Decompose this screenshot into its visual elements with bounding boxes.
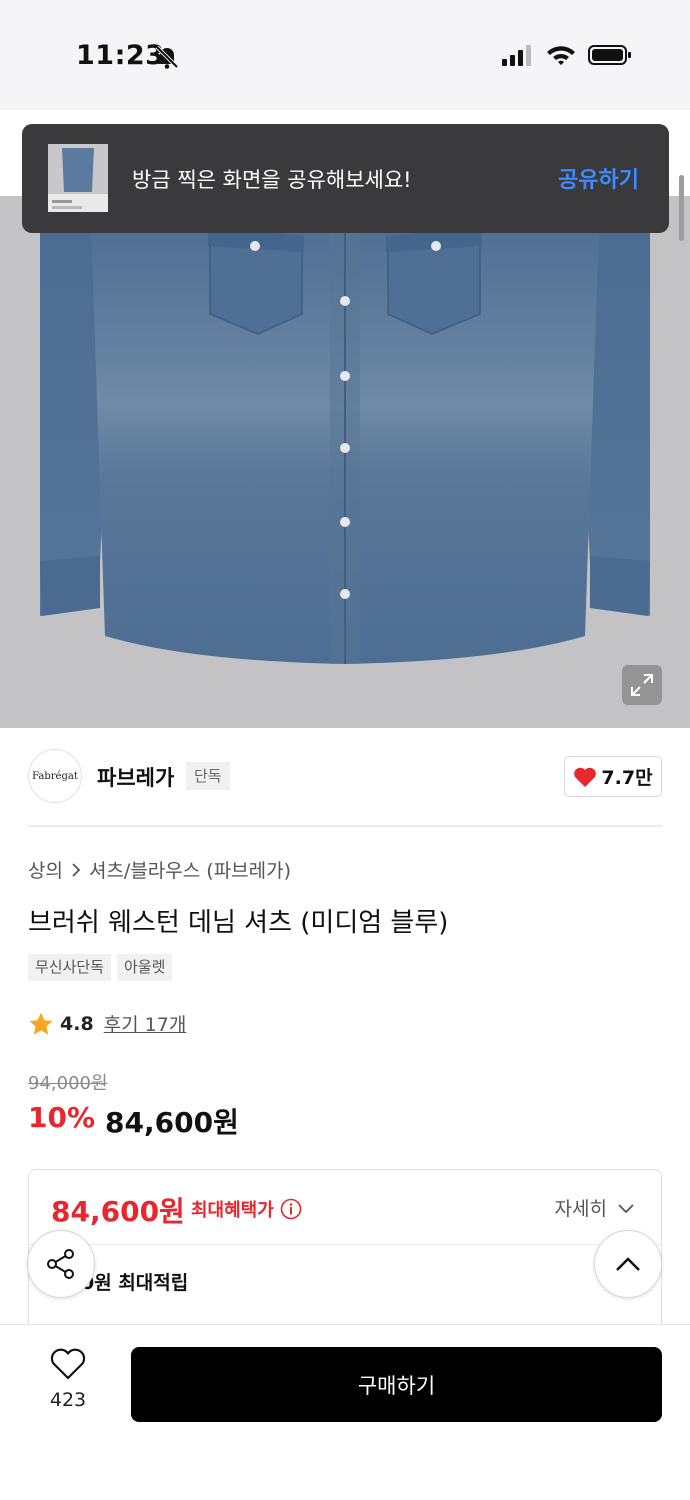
benefit-detail-toggle[interactable]: 자세히 — [555, 1194, 635, 1221]
brand-like-count: 7.7만 — [601, 767, 653, 789]
scroll-indicator[interactable] — [679, 175, 684, 241]
benefit-label-text: 최대혜택가 — [191, 1200, 274, 1221]
divider — [28, 825, 662, 827]
divider — [29, 1244, 661, 1245]
benefit-price: 84,600원 — [51, 1195, 185, 1228]
chevron-up-icon — [616, 1257, 640, 1271]
screenshot-thumbnail — [48, 144, 108, 212]
signal-icon — [502, 45, 531, 66]
status-bar: 11:23 — [0, 0, 690, 110]
discount-rate: 10% — [28, 1101, 96, 1134]
benefit-detail-label: 자세히 — [554, 1198, 607, 1220]
price-row: 10% 84,600원 — [28, 1101, 239, 1141]
buy-button[interactable]: 구매하기 — [131, 1347, 662, 1422]
toast-message: 방금 찍은 화면을 공유해보세요! — [132, 168, 412, 192]
star-icon — [29, 1012, 53, 1035]
benefit-label[interactable]: 최대혜택가 — [191, 1196, 302, 1222]
brand-logo[interactable]: Fabrégat — [28, 749, 82, 803]
breadcrumb: 상의 셔츠/블라우스 (파브레가) — [28, 856, 291, 883]
tag-exclusive: 무신사단독 — [28, 954, 112, 981]
chevron-right-icon — [72, 862, 81, 877]
share-icon — [47, 1249, 74, 1279]
product-image[interactable] — [0, 196, 690, 728]
brand-name[interactable]: 파브레가 — [97, 762, 174, 792]
share-toast[interactable]: 방금 찍은 화면을 공유해보세요! 공유하기 — [22, 124, 669, 233]
product-tags: 무신사단독 아울렛 — [28, 954, 173, 981]
heart-outline-icon — [50, 1348, 86, 1380]
brand-exclusive-badge: 단독 — [186, 762, 230, 790]
brand-like-button[interactable]: 7.7만 — [564, 756, 662, 797]
max-points: 0원 최대적립 — [81, 1272, 189, 1294]
breadcrumb-category[interactable]: 상의 — [28, 856, 63, 883]
rating-row: 4.8 후기 17개 — [28, 1010, 186, 1037]
expand-button[interactable] — [622, 665, 662, 705]
review-count-link[interactable]: 후기 17개 — [104, 1010, 187, 1037]
wishlist-button[interactable]: 423 — [28, 1347, 108, 1411]
product-title: 브러쉬 웨스턴 데님 셔츠 (미디엄 블루) — [28, 908, 449, 938]
status-time: 11:23 — [76, 40, 165, 71]
original-price: 94,000원 — [28, 1073, 108, 1094]
share-button[interactable]: 공유하기 — [558, 162, 639, 194]
share-fab[interactable] — [27, 1230, 95, 1298]
wishlist-count: 423 — [49, 1389, 87, 1411]
rating-score: 4.8 — [60, 1012, 94, 1035]
denim-shirt-illustration — [40, 196, 650, 664]
bell-off-icon — [155, 45, 179, 69]
bottom-action-bar: 423 구매하기 — [0, 1324, 690, 1500]
battery-icon — [588, 45, 631, 65]
chevron-down-icon — [618, 1203, 634, 1213]
info-icon[interactable] — [280, 1198, 302, 1220]
breadcrumb-subcategory[interactable]: 셔츠/블라우스 (파브레가) — [89, 856, 291, 883]
tag-outlet: 아울렛 — [117, 954, 173, 981]
sale-price: 84,600원 — [105, 1106, 239, 1139]
wifi-icon — [547, 46, 575, 65]
scroll-to-top-button[interactable] — [594, 1230, 662, 1298]
heart-filled-icon — [574, 767, 597, 787]
expand-icon — [631, 674, 653, 696]
